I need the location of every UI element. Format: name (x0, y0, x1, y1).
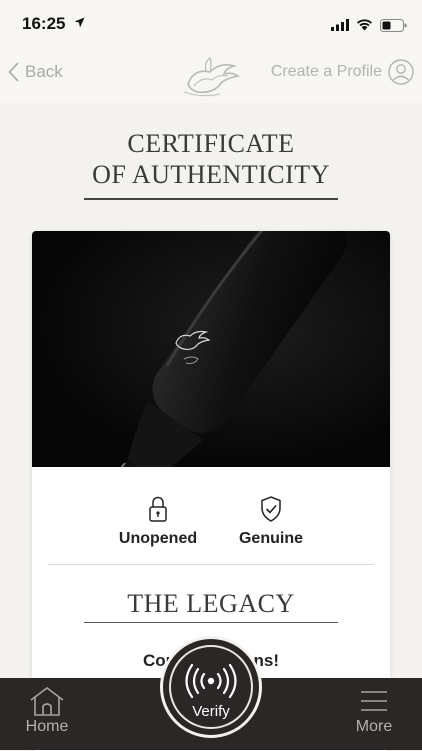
hamburger-menu-icon (361, 691, 387, 711)
back-label: Back (25, 62, 63, 81)
back-button[interactable]: Back (8, 58, 63, 86)
verify-label: Verify (192, 703, 230, 720)
shield-check-icon (261, 496, 281, 522)
chevron-left-icon (8, 62, 19, 82)
status-bar: 16:25 (0, 0, 422, 48)
nfc-signal-icon (185, 663, 237, 699)
certificate-title-line1: CERTIFICATE (127, 129, 295, 158)
tab-home[interactable]: Home (7, 678, 87, 750)
cellular-signal-icon (331, 19, 349, 31)
wine-bottle-image (32, 231, 390, 545)
status-unopened: Unopened (98, 496, 218, 548)
status-genuine-label: Genuine (238, 530, 303, 547)
tab-home-label: Home (25, 718, 69, 735)
user-avatar-icon (388, 59, 414, 85)
wine-name: THE LEGACY (127, 589, 295, 618)
home-icon (30, 687, 64, 716)
tab-more[interactable]: More (334, 678, 414, 750)
location-arrow-icon (74, 17, 85, 28)
status-genuine: Genuine (211, 496, 331, 548)
create-profile-button[interactable]: Create a Profile (271, 59, 414, 85)
title-underline (84, 198, 338, 200)
status-unopened-label: Unopened (118, 530, 198, 547)
create-profile-label: Create a Profile (270, 63, 382, 80)
card-divider (48, 564, 374, 565)
lock-icon (149, 496, 167, 522)
tab-more-label: More (355, 718, 393, 735)
verify-button[interactable]: Verify (160, 636, 262, 738)
swan-logo-icon (183, 57, 241, 97)
wifi-icon (357, 19, 372, 31)
wine-bottle-illustration (81, 231, 347, 545)
battery-icon (380, 19, 407, 32)
certificate-title-line2: OF AUTHENTICITY (92, 160, 330, 189)
certificate-title: CERTIFICATE OF AUTHENTICITY (0, 128, 422, 190)
status-time: 16:25 (22, 14, 66, 33)
nav-bar: Back Create a Profile (0, 48, 422, 103)
wine-name-underline (84, 622, 338, 623)
